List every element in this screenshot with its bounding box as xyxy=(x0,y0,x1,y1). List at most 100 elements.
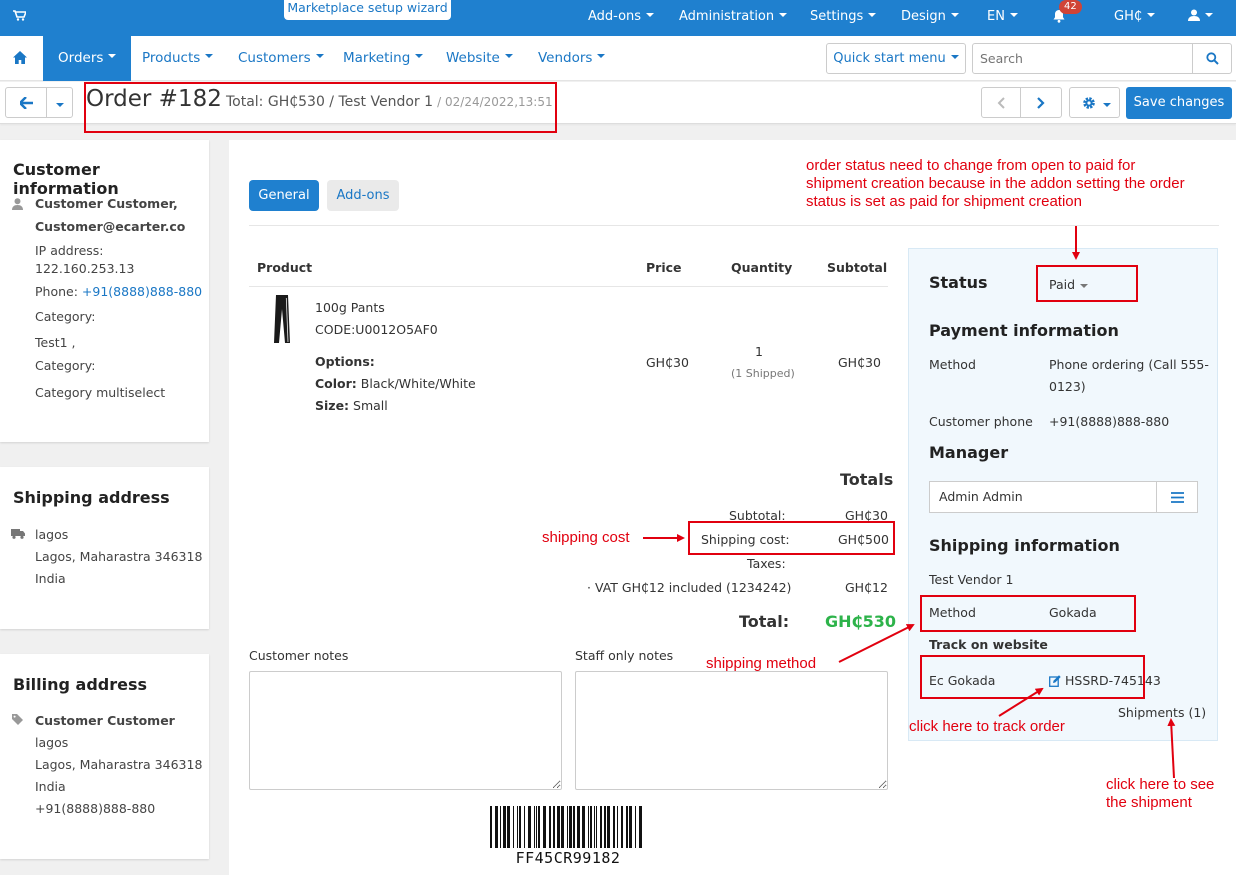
annotation-shipping-method: shipping method xyxy=(706,655,817,672)
chevron-down-icon xyxy=(597,54,606,58)
customer-phone-link[interactable]: +91(8888)888-880 xyxy=(82,284,202,299)
manager-select[interactable]: Admin Admin xyxy=(929,481,1157,513)
vat-label: · VAT GH₵12 included (1234242) xyxy=(587,580,792,595)
tag-icon xyxy=(12,714,23,725)
user-menu[interactable] xyxy=(1188,0,1213,36)
nav-marketing[interactable]: Marketing xyxy=(343,36,424,81)
billing-line3: India xyxy=(35,779,66,794)
vat-value: GH₵12 xyxy=(845,580,888,595)
cart-icon[interactable] xyxy=(13,10,26,21)
chevron-down-icon xyxy=(205,54,214,58)
search-button[interactable] xyxy=(1192,43,1232,74)
option-color-value: Black/White/White xyxy=(360,376,476,391)
totals-heading: Totals xyxy=(840,470,894,489)
search-input[interactable] xyxy=(972,43,1193,74)
annotation-shipping-cost: shipping cost xyxy=(542,529,630,546)
topnav-currency[interactable]: GH₵ xyxy=(1114,0,1156,36)
shipping-vendor: Test Vendor 1 xyxy=(929,572,1014,587)
topnav-administration-label: Administration xyxy=(679,9,775,24)
product-code: CODE:U0012O5AF0 xyxy=(315,322,438,337)
barcode-label: FF45CR99182 xyxy=(515,849,621,867)
payment-info-heading: Payment information xyxy=(929,321,1119,340)
billing-phone-link[interactable]: +91(8888)888-880 xyxy=(35,801,155,816)
topnav-currency-label: GH₵ xyxy=(1114,9,1143,24)
option-color-label: Color: xyxy=(315,376,357,391)
topnav-design[interactable]: Design xyxy=(901,0,959,36)
notification-count-badge: 42 xyxy=(1059,0,1082,14)
back-dropdown-button[interactable] xyxy=(46,87,73,118)
table-header-divider xyxy=(249,286,888,287)
nav-marketing-label: Marketing xyxy=(343,50,411,66)
customer-phone-label: Customer phone xyxy=(929,414,1033,429)
taxes-label: Taxes: xyxy=(747,556,786,571)
settings-dropdown-button[interactable] xyxy=(1069,87,1120,118)
chevron-right-icon xyxy=(1037,97,1045,109)
col-product: Product xyxy=(257,260,313,275)
topnav-administration[interactable]: Administration xyxy=(679,0,788,36)
product-price: GH₵30 xyxy=(646,355,689,370)
topnav-addons[interactable]: Add-ons xyxy=(588,0,655,36)
status-heading: Status xyxy=(929,273,988,292)
shipping-line1: lagos xyxy=(35,527,69,542)
ip-label: IP address: xyxy=(35,243,104,258)
annotation-see-shipment: click here to see the shipment xyxy=(1106,776,1214,812)
staff-notes-textarea[interactable] xyxy=(575,671,888,790)
shipping-info-heading: Shipping information xyxy=(929,536,1120,555)
next-order-button[interactable] xyxy=(1020,87,1062,118)
gear-icon xyxy=(1083,97,1095,109)
total-label: Total: xyxy=(739,612,790,631)
manager-list-button[interactable] xyxy=(1156,481,1198,513)
topnav-settings-label: Settings xyxy=(810,9,864,24)
truck-icon xyxy=(11,529,25,539)
chevron-down-icon xyxy=(1147,12,1156,17)
col-subtotal: Subtotal xyxy=(827,260,888,275)
nav-website[interactable]: Website xyxy=(446,36,513,81)
annotation-status-note-line3: status is set as paid for shipment creat… xyxy=(806,193,1082,210)
tab-addons[interactable]: Add-ons xyxy=(327,180,399,211)
barcode-image xyxy=(490,806,642,848)
user-icon xyxy=(12,198,23,210)
shipments-link[interactable]: Shipments (1) xyxy=(1118,705,1206,720)
search-icon xyxy=(1206,52,1219,65)
nav-vendors[interactable]: Vendors xyxy=(538,36,606,81)
product-name-link[interactable]: 100g Pants xyxy=(315,300,385,315)
topnav-settings[interactable]: Settings xyxy=(810,0,877,36)
annotation-box-tracking xyxy=(920,655,1145,699)
shipping-line2: Lagos, Maharastra 346318 xyxy=(35,549,203,564)
product-qty: 1 xyxy=(755,344,763,359)
category-value: Test1 , xyxy=(35,335,76,350)
customer-name-link[interactable]: Customer Customer, xyxy=(35,196,178,211)
option-color: Color: Black/White/White xyxy=(315,376,476,391)
col-price: Price xyxy=(646,260,682,275)
product-subtotal: GH₵30 xyxy=(838,355,881,370)
annotation-box-status xyxy=(1036,265,1138,302)
prev-order-button[interactable] xyxy=(981,87,1021,118)
annotation-status-note-line2: shipment creation because in the addon s… xyxy=(806,175,1185,192)
customer-info-card: Customer information Customer Customer, … xyxy=(0,140,209,442)
staff-notes-label: Staff only notes xyxy=(575,648,674,663)
phone-label: Phone: xyxy=(35,284,78,299)
home-icon xyxy=(13,51,27,64)
ip-value: 122.160.253.13 xyxy=(35,261,135,276)
marketplace-setup-wizard-button[interactable]: Marketplace setup wizard xyxy=(284,0,451,20)
customer-email-link[interactable]: Customer@ecarter.co xyxy=(35,219,185,234)
manager-heading: Manager xyxy=(929,443,1009,462)
back-button[interactable] xyxy=(5,87,47,118)
nav-products[interactable]: Products xyxy=(142,36,214,81)
topnav-language[interactable]: EN xyxy=(987,0,1018,36)
save-changes-button[interactable]: Save changes xyxy=(1126,87,1232,119)
product-image[interactable] xyxy=(274,295,290,345)
customer-notes-textarea[interactable] xyxy=(249,671,562,790)
nav-customers[interactable]: Customers xyxy=(238,36,324,81)
annotation-status-note: order status need to change from open to… xyxy=(806,157,1185,211)
main-nav: Orders Products Customers Marketing Webs… xyxy=(0,36,1236,81)
quick-start-menu-button[interactable]: Quick start menu xyxy=(826,43,966,74)
home-button[interactable] xyxy=(0,36,43,81)
nav-orders[interactable]: Orders xyxy=(43,36,132,81)
chevron-down-icon xyxy=(646,12,655,17)
user-icon xyxy=(1188,9,1200,21)
tab-general[interactable]: General xyxy=(249,180,319,211)
options-label: Options: xyxy=(315,354,375,369)
shipping-address-card: Shipping address lagos Lagos, Maharastra… xyxy=(0,467,209,629)
annotation-see-shipment-line1: click here to see xyxy=(1106,776,1215,793)
